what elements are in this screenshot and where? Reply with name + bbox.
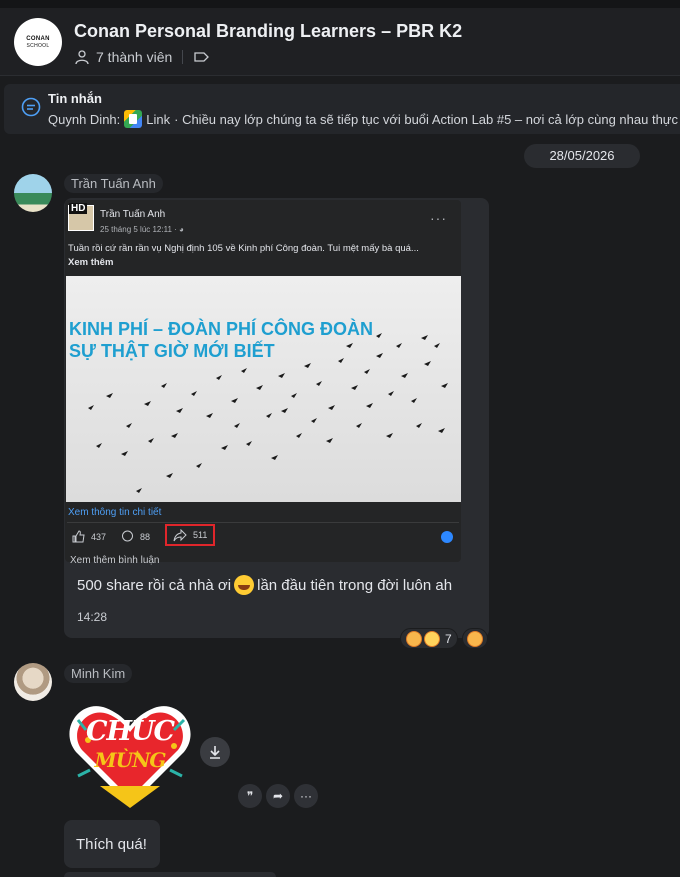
like-stat: 437 (72, 530, 106, 543)
message-text-part1: 500 share rồi cả nhà ơi (77, 576, 232, 594)
pinned-title: Tin nhắn (48, 91, 102, 106)
details-link: Xem thông tin chi tiết (68, 507, 162, 518)
google-doc-icon (124, 110, 143, 128)
share-button[interactable]: ➦ (266, 784, 290, 808)
wow-reaction-icon (424, 630, 440, 647)
sticker-text-1: CHÚC (85, 716, 175, 747)
post-timestamp: 25 tháng 5 lúc 12:11 · ◕ (100, 225, 184, 234)
user-icon (75, 50, 89, 65)
chat-header: CONAN SCHOOL Conan Personal Branding Lea… (0, 8, 680, 76)
pinned-text: Quynh Dinh: Link · Chiều nay lớp chúng t… (48, 110, 678, 128)
date-divider: 28/05/2026 (524, 144, 640, 168)
comment-count: 88 (140, 531, 151, 542)
member-row: 7 thành viên (74, 49, 210, 65)
sticker-text-2: MỪNG (94, 748, 167, 772)
avatar-minh-kim[interactable] (14, 663, 52, 701)
reaction-icon (467, 630, 483, 647)
share-icon (173, 528, 187, 541)
message-bubble-partial[interactable] (64, 872, 276, 877)
pinned-link-label: Link (146, 111, 171, 127)
image-title-line2: SỰ THẬT GIỜ MỚI BIẾT (69, 341, 275, 361)
reaction-count: 7 (445, 631, 452, 646)
laughing-emoji-icon (234, 575, 255, 595)
all-comments-link[interactable]: Xem thêm bình luận (70, 555, 160, 566)
avatar-tran-tuan-anh[interactable] (14, 174, 52, 212)
member-count[interactable]: 7 thành viên (96, 49, 172, 65)
sender-name: Trần Tuấn Anh (64, 174, 163, 193)
tag-icon[interactable] (193, 49, 210, 65)
post-image: KINH PHÍ – ĐOÀN PHÍ CÔNG ĐOÀN SỰ THẬT GI… (66, 276, 461, 502)
sender-name: Minh Kim (64, 664, 133, 683)
message-bubble[interactable]: Thích quá! (64, 820, 160, 868)
message-text-part2: lần đầu tiên trong đời luôn ah (257, 576, 453, 594)
birds-illustration (88, 333, 448, 493)
download-button[interactable] (200, 737, 230, 767)
divider (182, 50, 184, 64)
facebook-post-card[interactable]: HD Trần Tuấn Anh 25 tháng 5 lúc 12:11 · … (65, 200, 461, 562)
message-text: Thích quá! (76, 836, 147, 853)
post-divider (67, 522, 459, 523)
image-title-line1: KINH PHÍ – ĐOÀN PHÍ CÔNG ĐOÀN (69, 319, 374, 339)
pinned-content: · Chiều nay lớp chúng ta sẽ tiếp tục với… (174, 111, 679, 127)
add-reaction-button[interactable] (462, 628, 488, 649)
congrats-sticker[interactable]: CHÚC MỪNG (66, 690, 194, 810)
comment-stat: 88 (121, 530, 150, 543)
hd-badge: HD (69, 203, 88, 214)
like-count: 437 (91, 531, 107, 542)
download-icon (210, 746, 220, 759)
share-count: 511 (193, 530, 208, 540)
message-text: 500 share rồi cả nhà ơi lần đầu tiên tro… (77, 575, 452, 595)
see-more-link: Xem thêm (68, 257, 114, 268)
post-caption: Tuần rồi cứ rần rần vụ Nghị định 105 về … (68, 243, 419, 254)
group-avatar-line2: SCHOOL (26, 42, 50, 49)
share-stat: 511 (165, 524, 216, 546)
message-bubble[interactable]: HD Trần Tuấn Anh 25 tháng 5 lúc 12:11 · … (64, 198, 489, 638)
comment-icon (122, 530, 133, 542)
group-avatar-line1: CONAN (26, 35, 50, 42)
message-time: 14:28 (77, 610, 108, 624)
pinned-message-bar[interactable]: Tin nhắn Quynh Dinh: Link · Chiều nay lớ… (4, 84, 680, 134)
reaction-summary[interactable]: 7 (400, 628, 458, 649)
pinned-sender: Quynh Dinh: (48, 111, 121, 127)
chat-bubble-icon (21, 97, 41, 117)
like-icon (72, 530, 85, 543)
like-badge-icon (441, 531, 453, 543)
post-menu-icon: ··· (430, 210, 447, 226)
group-title[interactable]: Conan Personal Branding Learners – PBR K… (74, 21, 462, 42)
quote-button[interactable]: ❞ (238, 784, 262, 808)
group-avatar[interactable]: CONAN SCHOOL (14, 18, 62, 66)
laugh-reaction-icon (406, 630, 422, 647)
more-button[interactable]: ··· (294, 784, 318, 808)
post-author: Trần Tuấn Anh (100, 209, 166, 220)
window-top-strip (0, 0, 680, 8)
